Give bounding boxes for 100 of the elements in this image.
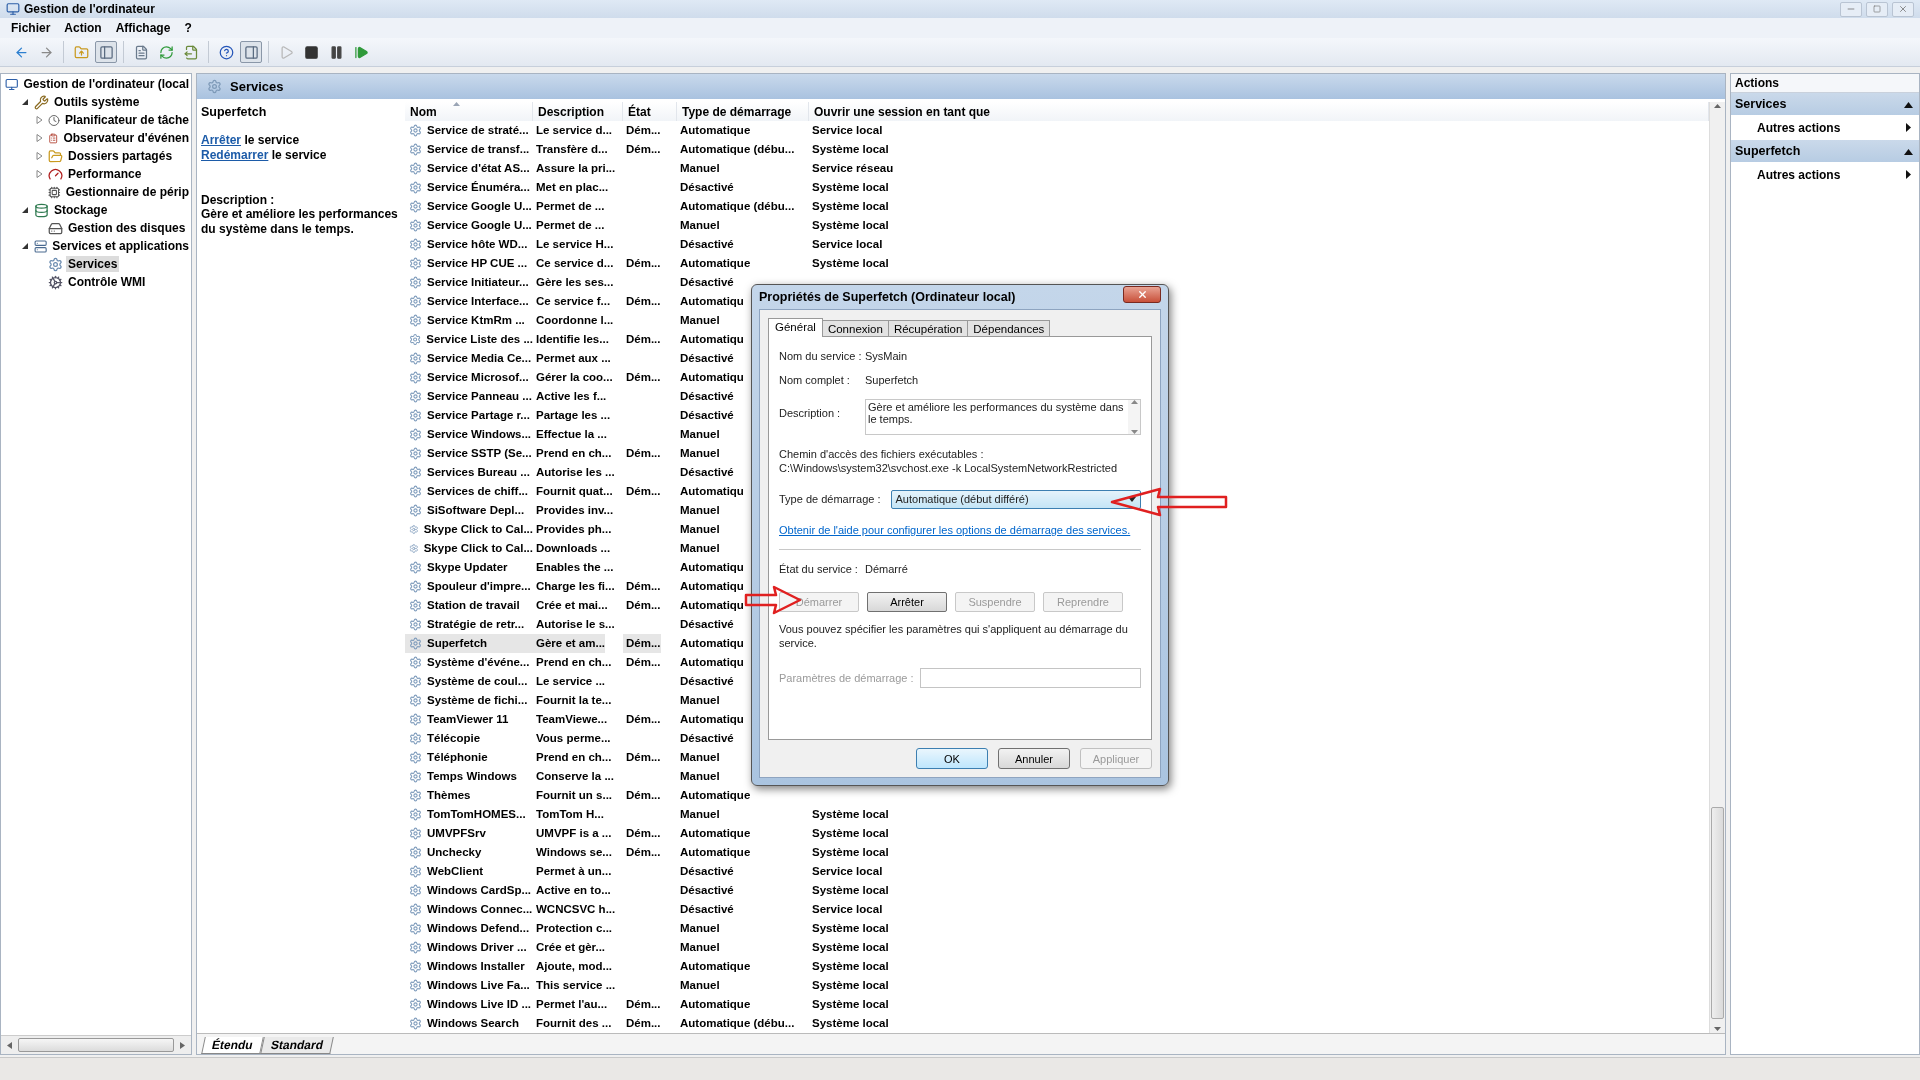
action-link[interactable]: Redémarrer [201,148,269,162]
tree-item[interactable]: Services et applications [50,238,191,254]
row-highlight[interactable]: Service Google U... [405,197,533,216]
expand-arrow-icon[interactable] [33,114,45,126]
service-name[interactable]: Système de coul... [424,672,528,691]
tree-toggle-button[interactable] [95,41,117,63]
service-name[interactable]: Service Initiateur... [424,273,529,292]
service-name[interactable]: TomTomHOMES... [424,805,526,824]
row-highlight[interactable]: Service de transf... [405,140,533,159]
menu-item[interactable]: Affichage [108,21,178,35]
service-name[interactable]: Thèmes [424,786,471,805]
column-header[interactable]: Type de démarrage [677,102,809,121]
row-highlight[interactable]: TomTomHOMES... [405,805,533,824]
row-highlight[interactable]: Service SSTP (Se... [405,444,533,463]
row-highlight[interactable]: Service Media Ce... [405,349,533,368]
row-highlight[interactable]: Service HP CUE ... [405,254,533,273]
row-highlight[interactable]: Système d'événe... [405,653,533,672]
menu-item[interactable]: ? [177,21,199,35]
row-highlight[interactable]: Service KtmRm ... [405,311,533,330]
service-name[interactable]: Service Google U... [424,197,532,216]
row-highlight[interactable]: Windows CardSp... [405,881,533,900]
row-highlight[interactable]: Service Panneau ... [405,387,533,406]
tree-item[interactable]: Contrôle WMI [66,274,148,290]
service-button[interactable]: Arrêter [867,592,947,612]
service-name[interactable]: Service hôte WD... [424,235,528,254]
collapse-icon[interactable] [1904,102,1913,108]
scroll-up-icon[interactable] [1714,104,1721,108]
row-highlight[interactable]: Services Bureau ... [405,463,533,482]
row-highlight[interactable]: Skype Updater [405,558,533,577]
row-highlight[interactable]: Téléphonie [405,748,533,767]
service-name[interactable]: Service de transf... [424,140,530,159]
tree-item[interactable]: Gestion des disques [66,220,188,236]
dialog-tab[interactable]: Récupération [887,320,969,337]
column-header[interactable]: État [623,102,677,121]
row-highlight[interactable]: UMVPFSrv [405,824,533,843]
action-link[interactable]: Arrêter [201,133,242,147]
row-highlight[interactable]: Service hôte WD... [405,235,533,254]
menu-item[interactable]: Fichier [4,21,58,35]
expand-arrow-icon[interactable] [33,150,45,162]
row-highlight[interactable]: Stratégie de retr... [405,615,533,634]
tree-item[interactable]: Gestionnaire de périp [63,184,191,200]
service-name[interactable]: Stratégie de retr... [424,615,525,634]
column-header[interactable]: Ouvrir une session en tant que [809,102,1709,121]
service-name[interactable]: Service Microsof... [424,368,529,387]
scroll-left-icon[interactable] [7,1041,12,1049]
row-highlight[interactable]: Thèmes [405,786,533,805]
service-name[interactable]: Service Interface... [424,292,529,311]
column-header[interactable]: Description [533,102,623,121]
service-name[interactable]: Service Media Ce... [424,349,532,368]
row-highlight[interactable]: Service Google U... [405,216,533,235]
row-highlight[interactable]: Service Windows... [405,425,533,444]
scroll-down-icon[interactable] [1714,1027,1721,1031]
service-name[interactable]: UMVPFSrv [424,824,486,843]
service-name[interactable]: Service Windows... [424,425,532,444]
row-highlight[interactable]: Windows Search [405,1014,533,1033]
startup-type-select[interactable]: Automatique (début différé) [890,489,1141,509]
row-highlight[interactable]: TeamViewer 11 [405,710,533,729]
action-item[interactable]: Autres actions [1731,115,1919,140]
service-name[interactable]: WebClient [424,862,483,881]
row-highlight[interactable]: Télécopie [405,729,533,748]
help-link[interactable]: Obtenir de l'aide pour configurer les options de démarrage des services. [779,523,1131,537]
row-highlight[interactable]: Service d'état AS... [405,159,533,178]
tree-item[interactable]: Planificateur de tâche [62,112,191,128]
service-name[interactable]: Station de travail [424,596,520,615]
expand-arrow-icon[interactable] [33,132,45,144]
service-name[interactable]: Service SSTP (Se... [424,444,532,463]
scroll-up-icon[interactable] [1130,400,1138,404]
tree-item[interactable]: Performance [66,166,144,182]
tree-item[interactable]: Observateur d'événen [61,130,191,146]
action-pane-button[interactable] [240,41,262,63]
row-highlight[interactable]: Système de coul... [405,672,533,691]
service-name[interactable]: Services de chiff... [424,482,528,501]
service-name[interactable]: Service de straté... [424,121,529,140]
tree-item[interactable]: Dossiers partagés [66,148,175,164]
row-highlight[interactable]: Windows Installer [405,957,533,976]
service-name[interactable]: Temps Windows [424,767,517,786]
service-name[interactable]: Service Énuméra... [424,178,530,197]
row-highlight[interactable]: Windows Live ID ... [405,995,533,1014]
row-highlight[interactable]: Service Énuméra... [405,178,533,197]
row-highlight[interactable]: Superfetch [405,634,533,653]
row-highlight[interactable]: Unchecky [405,843,533,862]
service-name[interactable]: Windows CardSp... [424,881,532,900]
row-highlight[interactable]: Service Interface... [405,292,533,311]
service-name[interactable]: Windows Live ID ... [424,995,532,1014]
row-highlight[interactable]: Temps Windows [405,767,533,786]
row-highlight[interactable]: Windows Driver ... [405,938,533,957]
service-name[interactable]: Services Bureau ... [424,463,530,482]
row-highlight[interactable]: Spouleur d'impre... [405,577,533,596]
row-highlight[interactable]: Station de travail [405,596,533,615]
service-name[interactable]: Système d'événe... [424,653,530,672]
tree-item[interactable]: Gestion de l'ordinateur (local [21,76,191,92]
service-name[interactable]: SiSoftware Depl... [424,501,525,520]
collapse-icon[interactable] [1904,149,1913,155]
service-name[interactable]: Service KtmRm ... [424,311,525,330]
service-name[interactable]: Service Google U... [424,216,532,235]
row-highlight[interactable]: Service de straté... [405,121,533,140]
service-name[interactable]: Windows Search [424,1014,519,1033]
service-name[interactable]: Windows Driver ... [424,938,527,957]
service-name[interactable]: TeamViewer 11 [424,710,509,729]
service-name[interactable]: Windows Defend... [424,919,530,938]
